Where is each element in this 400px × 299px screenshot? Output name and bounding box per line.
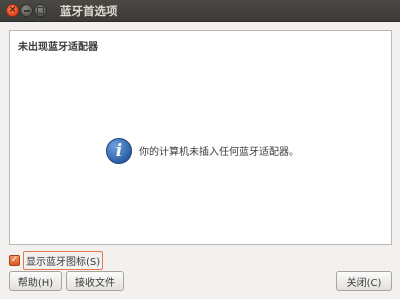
adapter-panel: 未出现蓝牙适配器 i 你的计算机未插入任何蓝牙适配器。 <box>9 30 392 245</box>
close-button[interactable]: 关闭(C) <box>336 271 392 291</box>
bluetooth-preferences-window: × 蓝牙首选项 未出现蓝牙适配器 i 你的计算机未插入任何蓝牙适配器。 ✓ 显示… <box>0 0 400 299</box>
window-maximize-button[interactable] <box>34 4 47 17</box>
maximize-icon <box>37 7 44 14</box>
panel-heading: 未出现蓝牙适配器 <box>18 42 98 53</box>
info-icon: i <box>106 138 132 164</box>
info-message: i 你的计算机未插入任何蓝牙适配器。 <box>106 138 299 164</box>
help-button[interactable]: 帮助(H) <box>9 271 62 291</box>
window-title: 蓝牙首选项 <box>60 4 118 18</box>
show-icon-label[interactable]: 显示蓝牙图标(S) <box>23 251 104 270</box>
minimize-icon <box>23 9 30 12</box>
titlebar: × 蓝牙首选项 <box>0 0 400 22</box>
receive-files-button[interactable]: 接收文件 <box>66 271 124 291</box>
window-close-button[interactable]: × <box>6 4 19 17</box>
show-icon-option[interactable]: ✓ 显示蓝牙图标(S) <box>9 251 104 270</box>
window-minimize-button[interactable] <box>20 4 33 17</box>
show-icon-checkbox[interactable]: ✓ <box>9 255 20 266</box>
no-adapter-message: 你的计算机未插入任何蓝牙适配器。 <box>139 146 299 158</box>
check-icon: ✓ <box>10 255 19 265</box>
close-icon: × <box>8 5 17 15</box>
